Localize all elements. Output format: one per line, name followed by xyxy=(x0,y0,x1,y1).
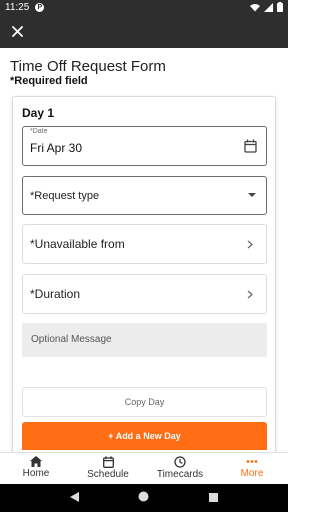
signal-icon xyxy=(264,2,273,12)
required-note: *Required field xyxy=(10,75,88,87)
caret-down-icon xyxy=(248,193,256,197)
day-title: Day 1 xyxy=(22,106,55,120)
chevron-right-icon xyxy=(247,240,253,249)
chevron-right-icon xyxy=(247,290,253,299)
unavailable-from-field[interactable]: *Unavailable from xyxy=(22,224,267,264)
duration-label: *Duration xyxy=(30,287,81,301)
request-type-placeholder: *Request type xyxy=(30,190,100,202)
unavailable-from-label: *Unavailable from xyxy=(30,237,125,251)
date-field[interactable]: *Date Fri Apr 30 xyxy=(22,126,267,166)
back-triangle-icon xyxy=(69,492,79,502)
page-title: Time Off Request Form xyxy=(10,58,166,75)
home-circle-icon xyxy=(138,491,149,502)
optional-message-input[interactable]: Optional Message xyxy=(22,323,267,357)
tab-timecards-label: Timecards xyxy=(156,469,204,480)
request-type-select[interactable]: *Request type xyxy=(22,176,267,215)
tab-more-label: More xyxy=(240,468,264,479)
calendar-icon[interactable] xyxy=(244,139,257,153)
tab-schedule-label: Schedule xyxy=(87,469,129,480)
day-card: Day 1 *Date Fri Apr 30 *Request type *Un… xyxy=(12,96,276,452)
home-button[interactable] xyxy=(138,489,149,507)
bottom-nav: Home Schedule Timecards More xyxy=(0,452,288,484)
recents-button[interactable] xyxy=(209,489,219,507)
tab-schedule[interactable]: Schedule xyxy=(72,453,144,484)
system-nav-bar xyxy=(0,484,288,512)
close-icon xyxy=(11,25,23,37)
status-icons xyxy=(250,2,283,12)
optional-message-placeholder: Optional Message xyxy=(31,334,112,345)
battery-icon xyxy=(277,2,283,12)
add-new-day-button[interactable]: + Add a New Day xyxy=(22,422,267,450)
app-notification-icon: P xyxy=(35,2,45,12)
status-bar: 11:25 P xyxy=(0,0,288,14)
copy-day-button[interactable]: Copy Day xyxy=(22,387,267,417)
close-button[interactable] xyxy=(6,20,28,42)
date-field-label: *Date xyxy=(30,128,48,135)
back-button[interactable] xyxy=(69,489,79,507)
status-time: 11:25 xyxy=(5,1,30,13)
tab-timecards[interactable]: Timecards xyxy=(144,453,216,484)
tab-home-label: Home xyxy=(22,468,50,479)
recents-square-icon xyxy=(209,493,219,502)
date-field-value: Fri Apr 30 xyxy=(30,141,83,155)
calendar-icon xyxy=(102,456,114,468)
wifi-icon xyxy=(250,3,260,11)
tab-home[interactable]: Home xyxy=(0,453,72,484)
clock-icon xyxy=(174,456,186,468)
app-bar xyxy=(0,14,288,48)
home-icon xyxy=(30,456,42,467)
duration-field[interactable]: *Duration xyxy=(22,274,267,314)
more-dots-icon xyxy=(246,460,258,463)
tab-more[interactable]: More xyxy=(216,453,288,484)
